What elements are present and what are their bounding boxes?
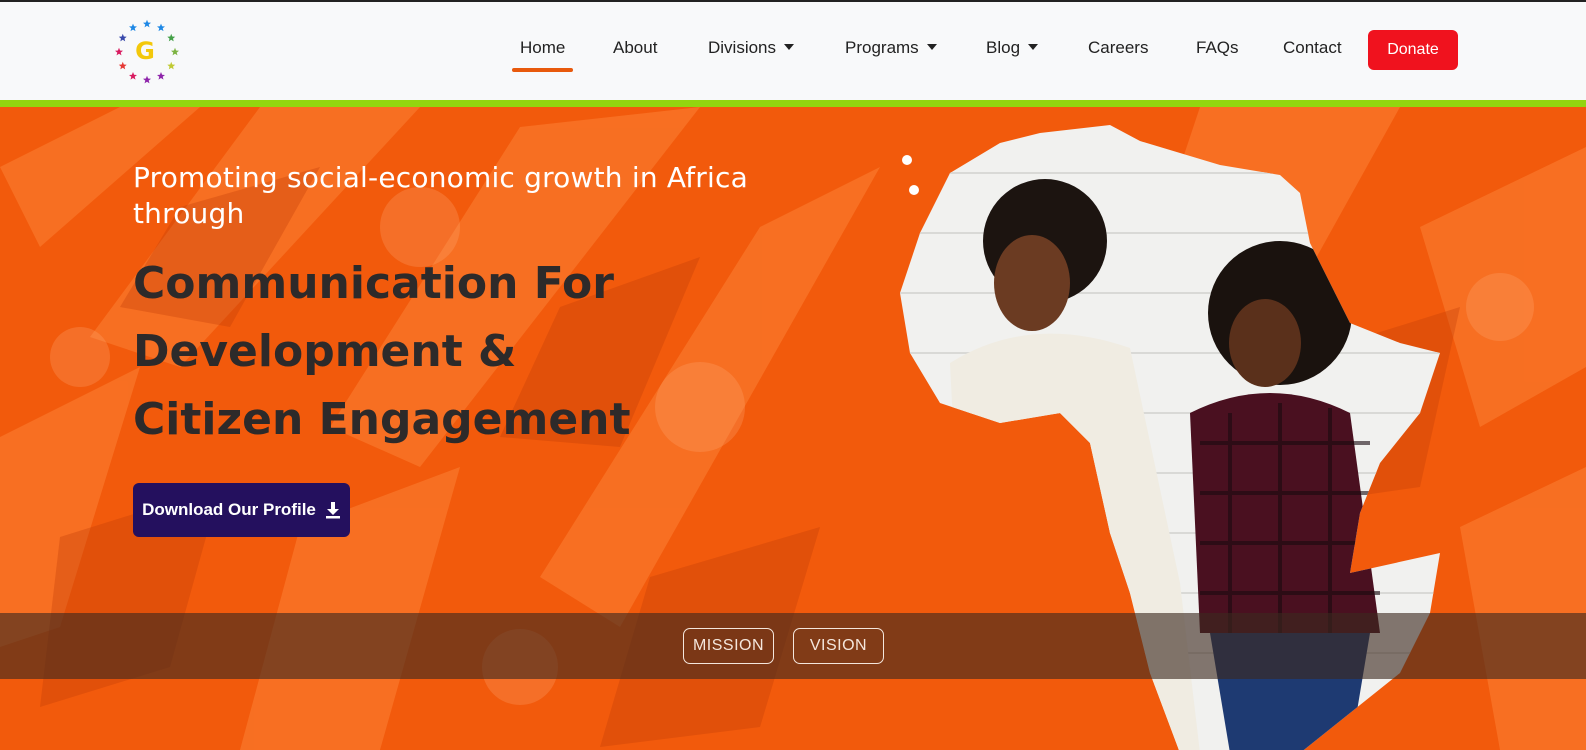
- nav-divisions-label: Divisions: [708, 38, 777, 57]
- accent-divider: [0, 100, 1586, 107]
- logo-star-icon: [115, 47, 123, 56]
- download-profile-button[interactable]: Download Our Profile: [133, 483, 350, 537]
- nav-home[interactable]: Home: [520, 38, 565, 58]
- logo-star-icon: [129, 72, 137, 80]
- logo-star-icon: [157, 23, 165, 32]
- logo-star-icon: [171, 47, 179, 56]
- hero-section: Promoting social-economic growth in Afri…: [0, 107, 1586, 750]
- nav-programs[interactable]: Programs: [845, 38, 937, 58]
- nav-contact-label: Contact: [1283, 38, 1342, 57]
- nav-contact[interactable]: Contact: [1283, 38, 1342, 58]
- nav-about-label: About: [613, 38, 658, 57]
- logo-star-icon: [167, 61, 176, 70]
- logo-star-icon: [157, 72, 165, 80]
- navbar: G Home About Divisions Programs Blog Car…: [0, 2, 1586, 100]
- hero-tagline: Promoting social-economic growth in Afri…: [133, 161, 748, 230]
- logo-star-icon: [129, 23, 137, 32]
- nav-programs-label: Programs: [845, 38, 919, 57]
- vision-button[interactable]: VISION: [793, 628, 884, 664]
- nav-active-indicator: [512, 68, 573, 72]
- logo-star-icon: [118, 33, 127, 42]
- caret-down-icon: [1028, 44, 1039, 50]
- nav-faqs-label: FAQs: [1196, 38, 1239, 57]
- nav-careers-label: Careers: [1088, 38, 1149, 57]
- donate-button[interactable]: Donate: [1368, 30, 1458, 70]
- logo-star-icon: [143, 19, 151, 28]
- headline-line-2: Development &: [133, 326, 517, 377]
- logo-star-icon: [143, 75, 151, 84]
- download-profile-label: Download Our Profile: [142, 500, 316, 519]
- nav-about[interactable]: About: [613, 38, 657, 58]
- headline-line-3: Citizen Engagement: [133, 394, 631, 445]
- download-icon: [325, 502, 340, 519]
- logo-star-icon: [167, 33, 176, 42]
- logo-letter: G: [135, 37, 155, 65]
- mission-vision-strip: MISSION VISION: [0, 613, 1586, 679]
- nav-careers[interactable]: Careers: [1088, 38, 1148, 58]
- hero-headline: Communication For Development & Citizen …: [133, 250, 753, 454]
- caret-down-icon: [926, 44, 937, 50]
- caret-down-icon: [784, 44, 795, 50]
- nav-divisions[interactable]: Divisions: [708, 38, 795, 58]
- nav-faqs[interactable]: FAQs: [1196, 38, 1239, 58]
- nav-home-label: Home: [520, 38, 566, 57]
- logo-star-icon: [118, 61, 127, 70]
- headline-line-1: Communication For: [133, 258, 614, 309]
- nav-blog[interactable]: Blog: [986, 38, 1039, 58]
- nav-blog-label: Blog: [986, 38, 1021, 57]
- star-ring-logo-icon[interactable]: G: [112, 16, 182, 86]
- mission-button[interactable]: MISSION: [683, 628, 774, 664]
